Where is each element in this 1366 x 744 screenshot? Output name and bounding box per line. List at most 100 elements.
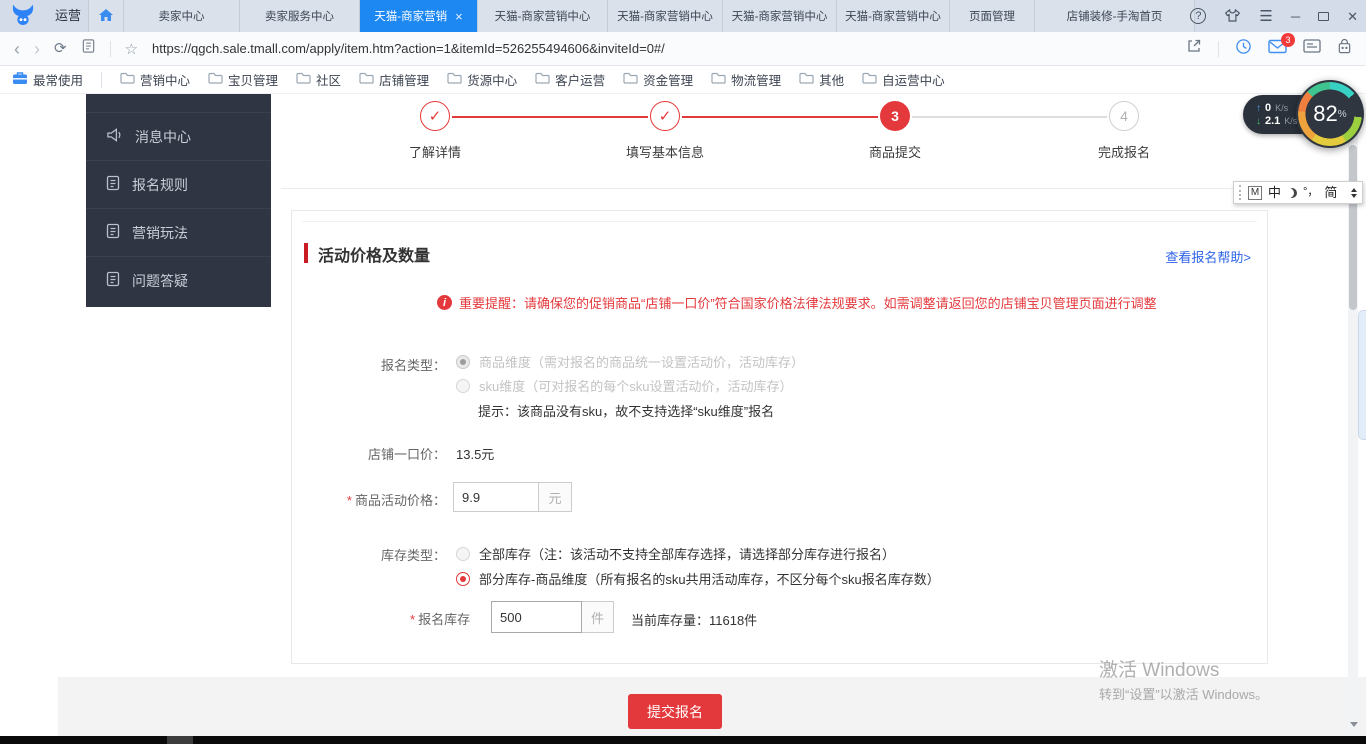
folder-icon xyxy=(447,72,462,87)
mail-icon[interactable]: 3 xyxy=(1268,39,1287,59)
tab-tmall-marketing-center-2[interactable]: 天猫-商家营销中心 xyxy=(608,0,723,32)
drag-handle-icon[interactable] xyxy=(1239,185,1242,200)
tab-tmall-marketing-center-4[interactable]: 天猫-商家营销中心 xyxy=(837,0,950,32)
activity-price-label-row: *商品活动价格： xyxy=(292,490,446,509)
divider xyxy=(1218,41,1219,57)
radio-partial-stock[interactable] xyxy=(456,572,470,586)
apply-stock-label: 报名库存 xyxy=(418,612,470,627)
step-2-circle: ✓ xyxy=(650,101,680,131)
ime-updown-icon[interactable] xyxy=(1351,188,1357,198)
memory-gauge-widget[interactable]: 82 % xyxy=(1296,80,1364,148)
favorite-star-icon[interactable]: ☆ xyxy=(125,40,138,58)
folder-icon xyxy=(535,72,550,87)
activity-price-input[interactable] xyxy=(453,482,539,512)
bookmark-folder-shop-manage[interactable]: 店铺管理 xyxy=(359,70,429,89)
minimize-icon[interactable]: ─ xyxy=(1291,10,1300,23)
bookmark-folder-customer[interactable]: 客户运营 xyxy=(535,70,605,89)
section-title: 活动价格及数量 xyxy=(318,242,430,266)
sidebar-item-faq[interactable]: 问题答疑 xyxy=(86,256,271,304)
tab-tmall-marketing-center-3[interactable]: 天猫-商家营销中心 xyxy=(723,0,837,32)
shop-price-label: 店铺一口价： xyxy=(292,444,446,463)
tab-seller-service[interactable]: 卖家服务中心 xyxy=(240,0,360,32)
windows-activate-watermark: 激活 Windows xyxy=(1099,655,1219,682)
address-bar-actions: 3 xyxy=(1186,38,1352,60)
mail-badge: 3 xyxy=(1281,33,1295,47)
apply-stock-unit: 件 xyxy=(582,601,614,633)
url-text[interactable]: https://qgch.sale.tmall.com/apply/item.h… xyxy=(152,41,1172,56)
open-external-icon[interactable] xyxy=(1186,38,1202,59)
briefcase-icon xyxy=(12,71,28,88)
reader-mode-icon[interactable] xyxy=(81,38,96,59)
bookmark-folder-other[interactable]: 其他 xyxy=(799,70,844,89)
sidebar-item-label: 问题答疑 xyxy=(132,271,188,291)
divider xyxy=(110,41,111,57)
help-link[interactable]: 查看报名帮助> xyxy=(1165,247,1251,266)
bookmark-folder-funds[interactable]: 资金管理 xyxy=(623,70,693,89)
bookmark-most-used[interactable]: 最常使用 xyxy=(12,70,83,89)
back-icon[interactable]: ‹ xyxy=(14,40,20,58)
radio-sku-dimension[interactable] xyxy=(456,379,470,393)
step-connector xyxy=(682,116,878,118)
divider xyxy=(302,221,1257,222)
menu-icon[interactable]: ☰ xyxy=(1259,9,1272,24)
forward-icon[interactable]: › xyxy=(34,40,40,58)
maximize-icon[interactable] xyxy=(1318,12,1329,21)
tab-strip: 卖家中心 卖家服务中心 天猫-商家营销 × 天猫-商家营销中心 天猫-商家营销中… xyxy=(88,0,1195,32)
stock-type-option-partial: 部分库存-商品维度（所有报名的sku共用活动库存，不区分每个sku报名库存数） xyxy=(456,569,940,588)
history-clock-icon[interactable] xyxy=(1235,38,1252,60)
ime-toolbar[interactable]: M 中 °， 简 xyxy=(1233,181,1363,204)
sidebar-item-marketing-play[interactable]: 营销玩法 xyxy=(86,208,271,256)
stock-type-label: 库存类型： xyxy=(292,545,446,564)
app-label: 运营 xyxy=(55,0,81,32)
bookmark-folder-supply[interactable]: 货源中心 xyxy=(447,70,517,89)
tab-home[interactable] xyxy=(88,0,124,32)
ime-mode-icon[interactable]: M xyxy=(1248,186,1262,200)
required-asterisk: * xyxy=(347,493,352,508)
bookmark-folder-marketing[interactable]: 营销中心 xyxy=(120,70,190,89)
moon-icon[interactable] xyxy=(1287,188,1297,198)
required-asterisk: * xyxy=(410,612,415,627)
refresh-icon[interactable]: ⟳ xyxy=(54,41,67,56)
bookmark-folder-self-run[interactable]: 自运营中心 xyxy=(862,70,945,89)
sidebar-item-apply-rules[interactable]: 报名规则 xyxy=(86,160,271,208)
scrollbar-thumb[interactable] xyxy=(1349,145,1357,310)
tab-tmall-marketing-center-1[interactable]: 天猫-商家营销中心 xyxy=(478,0,608,32)
ime-chinese-icon[interactable]: 中 xyxy=(1268,186,1281,199)
activity-price-unit: 元 xyxy=(539,482,572,512)
sidebar-item-label: 报名规则 xyxy=(132,175,188,195)
ime-simplified-icon[interactable]: 简 xyxy=(1324,186,1337,199)
apply-stock-input[interactable] xyxy=(491,601,582,633)
ime-punctuation-icon[interactable]: °， xyxy=(1303,187,1318,198)
step-connector xyxy=(912,116,1107,118)
tab-close-icon[interactable]: × xyxy=(455,9,463,24)
close-window-icon[interactable]: ✕ xyxy=(1347,10,1358,23)
shopping-bag-icon[interactable] xyxy=(1337,38,1352,60)
tab-page-manage[interactable]: 页面管理 xyxy=(950,0,1035,32)
card-panel-icon[interactable] xyxy=(1303,39,1321,58)
bookmark-folder-community[interactable]: 社区 xyxy=(296,70,341,89)
tab-tmall-marketing-active[interactable]: 天猫-商家营销 × xyxy=(360,0,478,32)
folder-icon xyxy=(208,72,223,87)
sidebar-item-label: 消息中心 xyxy=(135,127,191,147)
bookmark-folder-items[interactable]: 宝贝管理 xyxy=(208,70,278,89)
home-icon xyxy=(98,7,114,26)
page-side-menu: 消息中心 报名规则 营销玩法 问题答疑 xyxy=(86,94,271,307)
folder-icon xyxy=(296,72,311,87)
skin-shirt-icon[interactable] xyxy=(1224,8,1241,25)
submit-apply-button[interactable]: 提交报名 xyxy=(628,694,722,729)
document-icon xyxy=(106,271,120,290)
bookmark-folder-logistics[interactable]: 物流管理 xyxy=(711,70,781,89)
activity-price-label: 商品活动价格： xyxy=(355,493,446,508)
step-4-circle: 4 xyxy=(1109,101,1139,131)
sidebar-item-message-center[interactable]: 消息中心 xyxy=(86,112,271,160)
important-notice: i 重要提醒：请确保您的促销商品“店铺一口价”符合国家价格法律法规要求。如需调整… xyxy=(437,293,1157,312)
radio-all-stock[interactable] xyxy=(456,547,470,561)
side-panel-handle[interactable] xyxy=(1358,310,1366,440)
tab-shop-decorate[interactable]: 店铺装修-手淘首页 xyxy=(1035,0,1195,32)
scrollbar-down-arrow-icon[interactable] xyxy=(1350,722,1358,727)
step-3-label: 商品提交 xyxy=(815,142,975,161)
tab-seller-center[interactable]: 卖家中心 xyxy=(124,0,240,32)
help-icon[interactable]: ? xyxy=(1190,8,1206,24)
radio-item-dimension[interactable] xyxy=(456,355,470,369)
folder-icon xyxy=(623,72,638,87)
